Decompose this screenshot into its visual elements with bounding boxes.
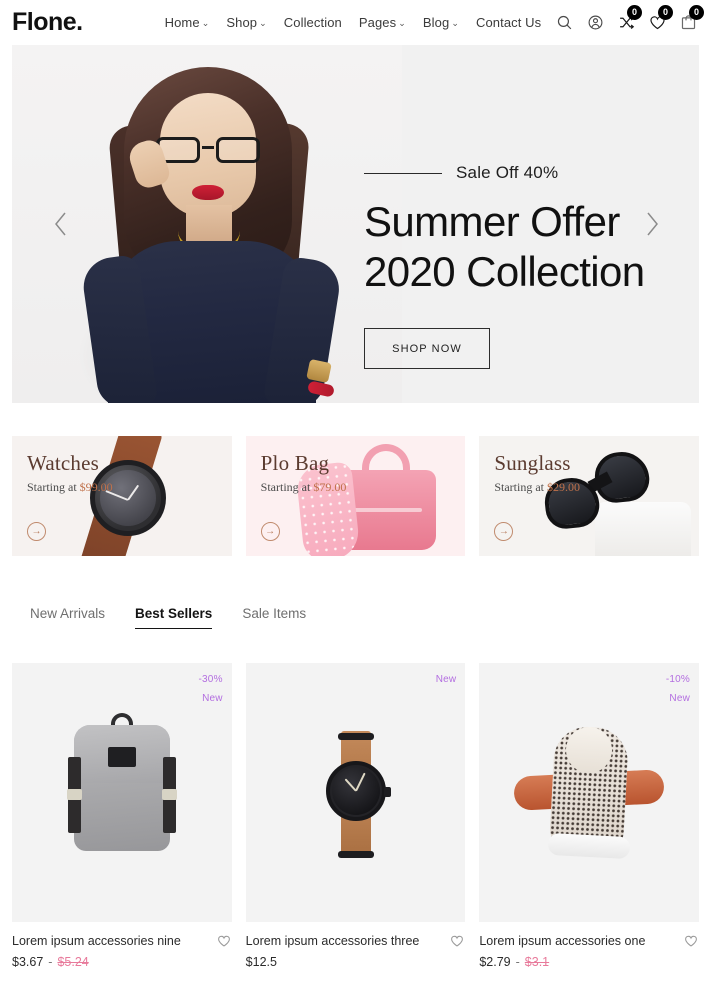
product-info: Lorem ipsum accessories one $2.79 - $3.1	[479, 922, 699, 969]
product-grid: -30% New Lorem ipsum accessories nine $3…	[12, 663, 700, 969]
user-account-icon[interactable]	[586, 14, 604, 32]
site-logo[interactable]: Flone.	[12, 10, 83, 35]
nav-item-home[interactable]: Home ⌄	[165, 15, 210, 30]
nav-item-pages-label: Pages	[358, 15, 397, 30]
chevron-down-icon: ⌄	[398, 18, 406, 28]
category-card-sunglass[interactable]: Sunglass Starting at $29.00 →	[479, 436, 700, 556]
site-header: Flone. Home ⌄ Shop ⌄ Collection Pages ⌄ …	[0, 0, 711, 45]
product-old-price: $3.1	[524, 955, 550, 969]
product-old-price: $5.24	[57, 955, 89, 969]
product-price-row: $12.5	[246, 955, 466, 969]
product-title[interactable]: Lorem ipsum accessories one	[479, 934, 645, 948]
category-subtitle: Starting at $29.00	[494, 480, 580, 495]
price-separator: -	[515, 955, 520, 969]
category-title: Watches	[27, 451, 100, 475]
heart-icon[interactable]	[683, 933, 699, 949]
hero-divider-line	[364, 172, 442, 174]
hero-content: Sale Off 40% Summer Offer 2020 Collectio…	[364, 163, 685, 370]
product-tabs: New Arrivals Best Sellers Sale Items	[30, 606, 699, 629]
nav-item-contact-us[interactable]: Contact Us	[476, 15, 541, 30]
product-card: -30% New Lorem ipsum accessories nine $3…	[12, 663, 232, 969]
hero-prev-arrow[interactable]	[46, 204, 76, 244]
category-price: $99.00	[79, 480, 113, 495]
category-cards: Watches Starting at $99.00 → Plo Bag Sta…	[12, 436, 700, 556]
nav-item-blog-label: Blog	[422, 15, 450, 30]
category-text: Plo Bag Starting at $79.00	[260, 451, 347, 495]
category-text: Watches Starting at $99.00	[27, 451, 113, 495]
cart-icon[interactable]: 0	[679, 4, 704, 32]
product-info: Lorem ipsum accessories nine $3.67 - $5.…	[12, 922, 232, 969]
product-badges: -10% New	[666, 670, 690, 708]
nav-item-contact-us-label: Contact Us	[475, 15, 542, 30]
product-card: New Lorem ipsum accessories three $12.5	[245, 663, 466, 969]
category-price: $79.00	[313, 480, 347, 495]
tab-best-sellers[interactable]: Best Sellers	[135, 606, 213, 629]
category-text: Sunglass Starting at $29.00	[494, 451, 580, 495]
tab-sale-items[interactable]: Sale Items	[242, 606, 306, 629]
product-price-row: $2.79 - $3.1	[479, 955, 699, 969]
new-badge: New	[202, 693, 223, 704]
category-starting-label: Starting at	[494, 480, 545, 495]
wishlist-count-badge: 0	[658, 4, 673, 20]
product-price-row: $3.67 - $5.24	[12, 955, 232, 969]
product-current-price: $3.67	[12, 955, 44, 969]
nav-item-pages[interactable]: Pages ⌄	[359, 15, 406, 30]
product-title[interactable]: Lorem ipsum accessories nine	[12, 934, 181, 948]
header-actions: 0 0 0	[555, 4, 704, 32]
product-current-price: $2.79	[479, 955, 511, 969]
hero-next-arrow[interactable]	[637, 204, 667, 244]
product-image-backpack[interactable]: -30% New	[12, 663, 232, 922]
hero-title-line-2: 2020 Collection	[364, 247, 645, 295]
product-badges: New	[436, 670, 457, 689]
category-subtitle: Starting at $99.00	[27, 480, 113, 495]
nav-item-collection-label: Collection	[283, 15, 342, 30]
arrow-right-icon[interactable]: →	[260, 522, 280, 541]
nav-item-home-label: Home	[164, 15, 200, 30]
category-card-watches[interactable]: Watches Starting at $99.00 →	[12, 436, 232, 556]
compare-icon[interactable]: 0	[617, 4, 642, 32]
price-separator: -	[48, 955, 53, 969]
product-badges: -30% New	[199, 670, 223, 708]
compare-count-badge: 0	[627, 4, 642, 20]
product-card: -10% New Lorem ipsum accessories one $2.…	[479, 663, 700, 969]
new-badge: New	[669, 693, 691, 704]
cart-count-badge: 0	[689, 4, 704, 20]
category-title: Sunglass	[494, 451, 571, 475]
category-starting-label: Starting at	[260, 480, 311, 495]
heart-icon[interactable]	[449, 933, 465, 949]
nav-item-collection[interactable]: Collection	[284, 15, 342, 30]
product-image-watch[interactable]: New	[245, 663, 466, 922]
arrow-right-icon[interactable]: →	[27, 522, 46, 541]
chevron-down-icon: ⌄	[451, 18, 459, 28]
model-glasses	[154, 137, 262, 163]
category-starting-label: Starting at	[27, 480, 77, 495]
discount-badge: -30%	[198, 674, 223, 685]
chevron-down-icon: ⌄	[259, 18, 267, 28]
product-image-shoe[interactable]: -10% New	[479, 663, 700, 922]
product-title[interactable]: Lorem ipsum accessories three	[246, 934, 420, 948]
category-title: Plo Bag	[260, 451, 330, 475]
chevron-down-icon: ⌄	[201, 18, 210, 28]
tab-new-arrivals[interactable]: New Arrivals	[30, 606, 105, 629]
category-price: $29.00	[547, 480, 581, 495]
nav-item-shop-label: Shop	[226, 15, 258, 30]
shop-now-button[interactable]: SHOP NOW	[364, 328, 490, 370]
search-icon[interactable]	[555, 14, 573, 32]
nav-item-blog[interactable]: Blog ⌄	[423, 15, 459, 30]
discount-badge: -10%	[665, 674, 691, 685]
nav-item-shop[interactable]: Shop ⌄	[226, 15, 266, 30]
new-badge: New	[435, 674, 457, 685]
category-subtitle: Starting at $79.00	[261, 480, 347, 495]
hero-slider: Sale Off 40% Summer Offer 2020 Collectio…	[12, 45, 699, 403]
hero-sale-text: Sale Off 40%	[456, 163, 559, 182]
wishlist-icon[interactable]: 0	[648, 4, 673, 32]
product-current-price: $12.5	[245, 955, 277, 969]
main-navigation: Home ⌄ Shop ⌄ Collection Pages ⌄ Blog ⌄ …	[165, 15, 542, 30]
heart-icon[interactable]	[216, 933, 232, 949]
category-card-plo-bag[interactable]: Plo Bag Starting at $79.00 →	[245, 436, 466, 556]
product-info: Lorem ipsum accessories three $12.5	[246, 922, 466, 969]
hero-eyebrow: Sale Off 40%	[364, 163, 685, 183]
